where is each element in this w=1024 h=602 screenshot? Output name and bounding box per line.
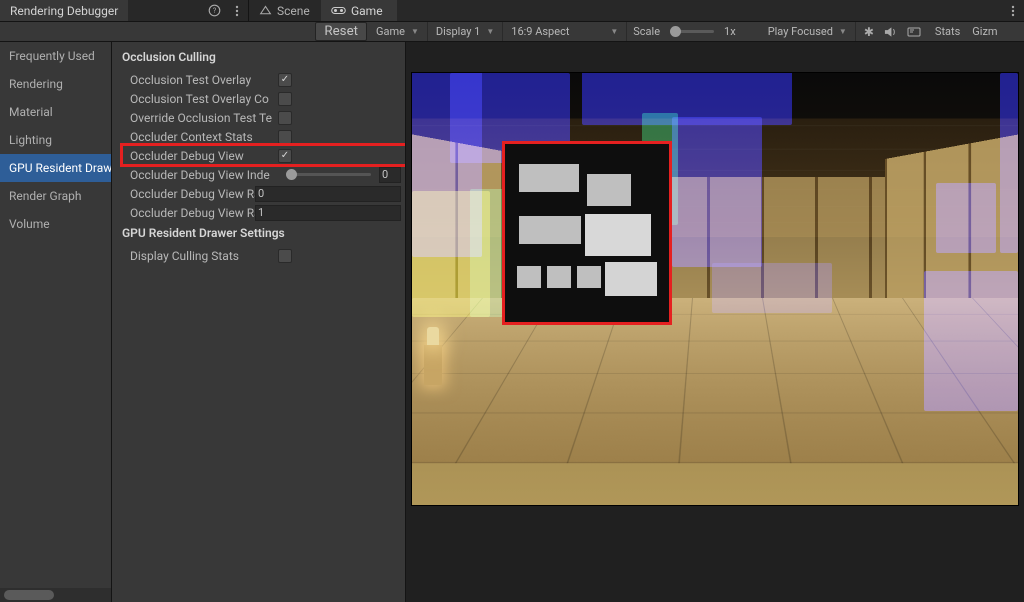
property-row: Occluder Debug View Inde: [112, 165, 405, 184]
speaker-icon[interactable]: [884, 26, 897, 38]
game-goggles-icon: [331, 5, 346, 16]
tab-rendering-debugger[interactable]: Rendering Debugger: [0, 0, 128, 21]
occluder-debug-view-overlay: [502, 141, 672, 325]
main-tabbar: Rendering Debugger ? Scene Game: [0, 0, 1024, 22]
slider[interactable]: [286, 173, 371, 176]
property-label: Occlusion Test Overlay Co: [130, 92, 278, 106]
property-row: Occlusion Test Overlay✓: [112, 70, 405, 89]
scene-lantern: [424, 345, 442, 385]
stats-toggle[interactable]: Stats: [929, 25, 966, 38]
display-dropdown-value: Display 1: [436, 25, 480, 38]
checkbox[interactable]: [278, 111, 292, 125]
display-dropdown[interactable]: Display 1 ▼: [428, 22, 503, 41]
checkbox[interactable]: [278, 92, 292, 106]
chevron-down-icon: ▼: [839, 27, 847, 36]
scale-slider[interactable]: [670, 30, 714, 33]
section-header: Occlusion Culling: [112, 46, 405, 70]
game-toolbar: Reset Game ▼ Display 1 ▼ 16:9 Aspect ▼ S…: [0, 22, 1024, 42]
scale-label: Scale: [627, 25, 666, 38]
gizmos-toggle[interactable]: Gizm: [966, 25, 1003, 38]
sidebar-item-material[interactable]: Material: [0, 98, 111, 126]
property-label: Override Occlusion Test Te: [130, 111, 278, 125]
property-label: Occluder Debug View: [130, 149, 278, 163]
number-field[interactable]: [255, 205, 401, 221]
property-label: Occluder Debug View Inde: [130, 168, 278, 182]
number-field[interactable]: [379, 167, 401, 183]
tab-game[interactable]: Game: [321, 0, 397, 21]
fx-icon[interactable]: [907, 26, 921, 38]
chevron-down-icon: ▼: [486, 27, 494, 36]
property-row: Occluder Context Stats: [112, 127, 405, 146]
debug-inspector: Occlusion CullingOcclusion Test Overlay✓…: [112, 42, 406, 602]
property-row: Display Culling Stats: [112, 246, 405, 265]
game-viewport: [406, 42, 1024, 602]
checkbox[interactable]: ✓: [278, 149, 292, 163]
help-icon[interactable]: ?: [204, 0, 226, 21]
property-label: Occlusion Test Overlay: [130, 73, 278, 87]
panel-menu-icon[interactable]: [226, 0, 248, 21]
number-field[interactable]: [255, 186, 401, 202]
reset-button[interactable]: Reset: [315, 22, 367, 41]
debug-category-sidebar: Frequently UsedRenderingMaterialLighting…: [0, 42, 112, 602]
mute-icon[interactable]: ✱: [864, 25, 874, 39]
sidebar-item-render-graph[interactable]: Render Graph: [0, 182, 111, 210]
sidebar-horizontal-scrollbar[interactable]: [0, 588, 111, 602]
chevron-down-icon: ▼: [411, 27, 419, 36]
tab-scene[interactable]: Scene: [249, 0, 321, 21]
aspect-dropdown-value: 16:9 Aspect: [511, 25, 569, 38]
checkbox[interactable]: [278, 130, 292, 144]
scene-icon: [259, 4, 272, 17]
aspect-dropdown[interactable]: 16:9 Aspect ▼: [503, 22, 627, 41]
property-row: Occluder Debug View Ran: [112, 184, 405, 203]
chevron-down-icon: ▼: [610, 27, 618, 36]
sidebar-item-volume[interactable]: Volume: [0, 210, 111, 238]
checkbox[interactable]: [278, 249, 292, 263]
property-label: Occluder Debug View Ran: [130, 206, 255, 220]
target-dropdown[interactable]: Game ▼: [368, 22, 428, 41]
property-label: Occluder Debug View Ran: [130, 187, 255, 201]
scale-value: 1x: [718, 25, 742, 38]
svg-text:?: ?: [213, 6, 217, 15]
rendered-scene: [411, 72, 1019, 506]
section-header: GPU Resident Drawer Settings: [112, 222, 405, 246]
sidebar-item-rendering[interactable]: Rendering: [0, 70, 111, 98]
property-row: Occluder Debug View✓: [112, 146, 405, 165]
sidebar-item-gpu-resident-draw[interactable]: GPU Resident Draw: [0, 154, 111, 182]
property-row: Occlusion Test Overlay Co: [112, 89, 405, 108]
property-label: Occluder Context Stats: [130, 130, 278, 144]
sidebar-item-frequently-used[interactable]: Frequently Used: [0, 42, 111, 70]
target-dropdown-value: Game: [376, 25, 405, 38]
tab-scene-label: Scene: [277, 4, 310, 18]
property-label: Display Culling Stats: [130, 249, 278, 263]
property-row: Occluder Debug View Ran: [112, 203, 405, 222]
play-mode-dropdown[interactable]: Play Focused ▼: [760, 22, 856, 41]
tab-rendering-debugger-label: Rendering Debugger: [10, 4, 118, 18]
checkbox[interactable]: ✓: [278, 73, 292, 87]
tab-game-label: Game: [351, 4, 383, 18]
view-menu-icon[interactable]: [1002, 0, 1024, 21]
sidebar-item-lighting[interactable]: Lighting: [0, 126, 111, 154]
play-mode-dropdown-value: Play Focused: [768, 25, 833, 38]
property-row: Override Occlusion Test Te: [112, 108, 405, 127]
